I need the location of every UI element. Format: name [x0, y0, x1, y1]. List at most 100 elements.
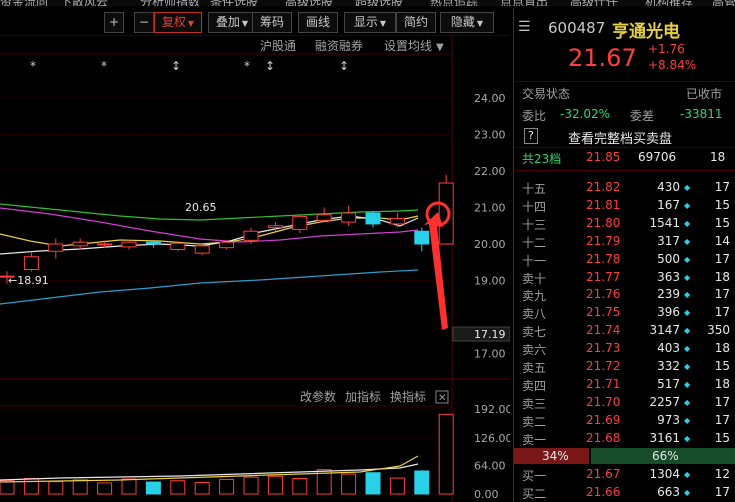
chevron-down-icon: ▼	[187, 19, 195, 28]
event-marker-icon[interactable]: *	[101, 59, 107, 73]
quote-panel: ☰ 600487 亨通光电 21.67 +1.76 +8.84% 交易状态 已收…	[513, 8, 735, 502]
candle-body[interactable]	[72, 241, 88, 247]
candle-body[interactable]	[219, 241, 235, 249]
chart-tab: 融资融券	[315, 38, 363, 53]
diamond-icon: ◆	[684, 379, 691, 389]
toolbar-button[interactable]: 简约	[396, 12, 436, 33]
order-book-row: 卖六 21.73 403 18 ◆	[514, 340, 735, 358]
stock-code: 600487	[548, 19, 606, 37]
toolbar-button[interactable]: 画线	[298, 12, 338, 33]
order-volume: 1541	[649, 215, 680, 230]
candle-body[interactable]	[341, 212, 357, 223]
candle-body[interactable]	[438, 182, 454, 245]
price-axis-label: 24.00	[474, 92, 506, 105]
order-count: 18	[714, 376, 730, 391]
candle-body[interactable]	[23, 256, 39, 271]
candle-body[interactable]	[145, 241, 161, 245]
candle-body[interactable]	[316, 214, 332, 221]
top-menu-item[interactable]: 资金流向	[0, 0, 48, 6]
wei-cha-value: -33811	[680, 107, 723, 121]
top-menu-item[interactable]: 点点直出	[500, 0, 548, 6]
order-volume: 317	[657, 233, 680, 248]
diamond-icon: ◆	[684, 218, 691, 228]
top-menu-item[interactable]: 高级仕任	[570, 0, 618, 6]
total-levels-label: 共23档	[522, 152, 562, 166]
top-menu-item[interactable]: 热点追踪	[430, 0, 478, 6]
event-marker-icon[interactable]: *	[30, 59, 36, 73]
price-block: 21.67 +1.76 +8.84%	[514, 42, 735, 78]
top-menu-item[interactable]: 下散风云	[60, 0, 108, 6]
candle-body[interactable]	[97, 243, 113, 246]
order-price: 21.79	[586, 233, 621, 248]
question-icon[interactable]: ?	[524, 128, 538, 144]
price-axis-label: 20.00	[474, 238, 506, 251]
buy-sell-ratio-bar: 34% 66%	[514, 448, 735, 464]
order-price: 21.78	[586, 251, 621, 266]
order-level-label: 卖十	[522, 271, 547, 286]
top-menu-item[interactable]: 高级选股	[285, 0, 333, 6]
candle-body[interactable]	[267, 225, 283, 229]
top-menu-item[interactable]: 机构推荐	[645, 0, 693, 6]
diamond-icon: ◆	[684, 488, 691, 497]
candle-body[interactable]	[170, 242, 186, 250]
order-price: 21.72	[586, 359, 621, 373]
toolbar-button-label: 画线	[305, 15, 330, 29]
event-marker-icon[interactable]: ↕	[171, 59, 181, 73]
order-price: 21.71	[586, 376, 621, 391]
price-axis-label: 19.00	[474, 275, 506, 288]
chevron-down-icon[interactable]: ▼	[436, 42, 444, 53]
stock-header: ☰ 600487 亨通光电	[514, 16, 735, 42]
wei-bi-row: 委比 -32.02% 委差 -33811	[514, 106, 735, 124]
toolbar-button[interactable]: −	[134, 12, 154, 33]
volume-bar	[243, 476, 259, 495]
full-book-row[interactable]: ? 查看完整档买卖盘	[514, 127, 735, 147]
full-book-link[interactable]: 查看完整档买卖盘	[568, 128, 672, 147]
separator	[514, 147, 735, 148]
volume-bar	[219, 478, 235, 495]
top-menu-item[interactable]: 高管	[712, 0, 735, 6]
kline-chart-canvas[interactable]: 沪股通 融资融券 设置均线 ▼ 24.00 23.00 22.00 21.00 20.00 19.…	[0, 36, 513, 502]
indicator-tab: 改参数	[300, 389, 336, 404]
order-price: 21.68	[586, 430, 621, 445]
order-price: 21.69	[586, 412, 621, 427]
candle-body[interactable]	[292, 216, 308, 230]
order-level-label: 十四	[522, 199, 547, 214]
event-marker-icon[interactable]: ↕	[339, 59, 349, 73]
order-count: 18	[714, 341, 730, 356]
candle-body[interactable]	[389, 217, 405, 225]
toolbar-button[interactable]: 叠加 ▼	[208, 12, 256, 33]
header-menu-icon[interactable]: ☰	[518, 19, 531, 35]
candle-body[interactable]	[365, 212, 381, 225]
total-levels-vol: 69706	[638, 150, 677, 164]
order-price: 21.80	[586, 215, 621, 230]
volume-axis-label: 126.00	[474, 432, 510, 445]
top-menu-item[interactable]: 超级选股	[355, 0, 403, 6]
toolbar-button[interactable]: 复权 ▼	[154, 12, 202, 33]
indicator-tab: 加指标	[345, 389, 381, 404]
top-menu-item[interactable]: 分析师指数	[140, 0, 200, 6]
toolbar-button[interactable]: 筹码	[252, 12, 292, 33]
kline-chart[interactable]: 沪股通 融资融券 设置均线 ▼ 24.00 23.00 22.00 21.00 20.00 19.…	[0, 36, 513, 502]
top-menu-strip: 资金流向 下散风云 分析师指数 条件选股 高级选股 超级选股 热点追踪 点点直出 高级仕任 机构推…	[0, 0, 735, 6]
indicator-tab: 换指标	[390, 389, 426, 404]
event-marker-icon[interactable]: *	[244, 59, 250, 73]
toolbar-button[interactable]: +	[104, 12, 124, 33]
toolbar-button[interactable]: 隐藏 ▼	[440, 12, 494, 33]
candle-body[interactable]	[121, 241, 137, 248]
close-icon-glyph[interactable]: ✕	[438, 393, 446, 404]
order-price: 21.67	[586, 467, 621, 481]
order-volume: 517	[657, 376, 680, 391]
toolbar-button[interactable]: 显示 ▼	[344, 12, 396, 33]
candle-body[interactable]	[48, 243, 64, 252]
order-level-label: 卖七	[522, 325, 547, 340]
candle-body[interactable]	[243, 230, 259, 241]
order-count: 350	[707, 323, 730, 338]
trade-status-label: 交易状态	[522, 87, 571, 101]
top-menu-item[interactable]: 条件选股	[210, 0, 258, 6]
order-count: 17	[714, 180, 730, 194]
candle-body[interactable]	[414, 230, 430, 245]
volume-bar	[72, 479, 88, 495]
candle-body[interactable]	[194, 245, 210, 254]
event-marker-icon[interactable]: ↕	[265, 59, 275, 73]
order-count: 12	[714, 467, 730, 481]
